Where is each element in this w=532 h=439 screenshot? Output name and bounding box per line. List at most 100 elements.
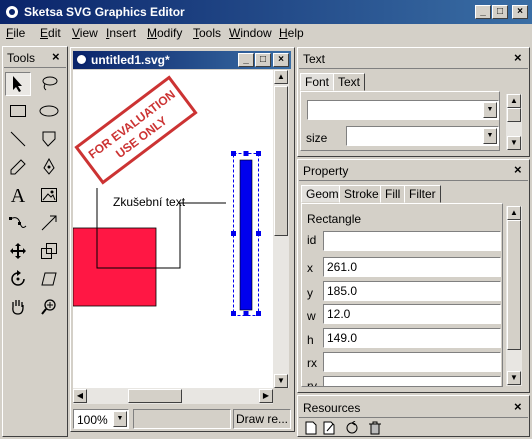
pen-tool-icon[interactable] — [36, 156, 62, 180]
text-panel-title: Text — [303, 52, 326, 66]
w-label: w — [307, 309, 316, 323]
horizontal-scroll-thumb[interactable] — [128, 389, 182, 403]
scale-icon[interactable] — [36, 240, 62, 264]
text-tool-icon[interactable]: A — [5, 184, 31, 208]
scroll-left-icon[interactable]: ◀ — [73, 389, 87, 403]
minimize-button[interactable]: _ — [475, 5, 491, 19]
zoom-select[interactable]: 100% ▼ — [73, 409, 129, 429]
close-button[interactable]: × — [512, 5, 528, 19]
scroll-up-icon[interactable]: ▲ — [274, 70, 288, 84]
ellipse-tool-icon[interactable] — [36, 100, 62, 124]
lasso-icon[interactable] — [36, 72, 62, 96]
menu-file[interactable]: File — [6, 26, 25, 40]
menu-modify[interactable]: Modify — [147, 26, 182, 40]
tab-geom[interactable]: Geom — [301, 185, 344, 203]
drawing-canvas[interactable]: FOR EVALUATION USE ONLY Zkušební text — [73, 70, 273, 388]
menu-edit[interactable]: Edit — [40, 26, 61, 40]
line-tool-icon[interactable] — [5, 128, 31, 152]
menu-tools[interactable]: Tools — [193, 26, 221, 40]
move-icon[interactable] — [5, 240, 31, 264]
new-resource-icon[interactable] — [304, 421, 318, 438]
vertical-scroll-thumb[interactable] — [274, 86, 288, 236]
transform-icon[interactable] — [36, 212, 62, 236]
pan-hand-icon[interactable] — [5, 296, 31, 320]
red-rectangle[interactable] — [73, 227, 157, 307]
image-tool-icon[interactable] — [36, 184, 62, 208]
delete-resource-icon[interactable] — [368, 421, 382, 438]
sketsa-app-icon — [4, 4, 20, 20]
refresh-resource-icon[interactable] — [345, 420, 359, 438]
menu-help[interactable]: Help — [279, 26, 304, 40]
menu-window[interactable]: Window — [229, 26, 272, 40]
evaluation-watermark: FOR EVALUATION USE ONLY — [74, 75, 198, 185]
tab-filter[interactable]: Filter — [404, 185, 441, 203]
polygon-tool-icon[interactable] — [36, 128, 62, 152]
geom-tab-body: Rectangle id x 261.0 y 185.0 w 12.0 h 14… — [301, 203, 503, 387]
tab-fill[interactable]: Fill — [380, 185, 406, 203]
font-dropdown-icon[interactable]: ▼ — [483, 102, 497, 118]
status-hint: Draw re... — [233, 409, 291, 429]
status-field — [133, 409, 231, 429]
tab-font[interactable]: Font — [300, 73, 335, 91]
rectangle-tool-icon[interactable] — [5, 100, 31, 124]
node-edit-icon[interactable] — [5, 212, 31, 236]
app-title: Sketsa SVG Graphics Editor — [24, 5, 185, 19]
menu-view[interactable]: View — [72, 26, 98, 40]
menu-insert[interactable]: Insert — [106, 26, 136, 40]
resources-divider — [299, 417, 528, 418]
skew-icon[interactable] — [36, 268, 62, 292]
property-scroll-down-icon[interactable]: ▼ — [507, 371, 521, 385]
text-panel-close-icon[interactable]: × — [514, 50, 522, 65]
text-panel-divider — [299, 68, 528, 69]
maximize-button[interactable]: □ — [492, 5, 508, 19]
doc-restore-button[interactable]: □ — [255, 53, 271, 67]
pencil-icon[interactable] — [5, 156, 31, 180]
sample-text[interactable]: Zkušební text — [113, 195, 186, 209]
tab-stroke[interactable]: Stroke — [339, 185, 384, 203]
resources-panel-close-icon[interactable]: × — [514, 399, 522, 414]
h-label: h — [307, 333, 314, 347]
document-title: untitled1.svg* — [91, 53, 170, 67]
resources-panel-title: Resources — [303, 401, 361, 415]
property-scroll-up-icon[interactable]: ▲ — [507, 206, 521, 220]
tab-text[interactable]: Text — [333, 73, 366, 91]
document-titlebar[interactable]: untitled1.svg* _ □ × — [73, 51, 291, 69]
zoom-icon[interactable] — [36, 296, 62, 320]
w-field[interactable]: 12.0 — [323, 304, 501, 324]
tools-panel-title: Tools — [7, 51, 36, 65]
id-field[interactable] — [323, 231, 501, 251]
property-panel-close-icon[interactable]: × — [514, 162, 522, 177]
doc-close-button[interactable]: × — [273, 53, 289, 67]
text-scroll-up-icon[interactable]: ▲ — [507, 94, 521, 108]
rotate-icon[interactable] — [5, 268, 31, 292]
text-scroll-down-icon[interactable]: ▼ — [507, 136, 521, 150]
rx-label: rx — [307, 356, 317, 370]
tools-panel-close-icon[interactable]: × — [52, 49, 60, 64]
shape-type-label: Rectangle — [307, 212, 362, 226]
blue-rectangle[interactable] — [239, 159, 253, 311]
property-panel-divider — [299, 180, 528, 181]
id-label: id — [307, 233, 317, 247]
property-panel-title: Property — [303, 164, 349, 178]
scroll-down-icon[interactable]: ▼ — [274, 374, 288, 388]
zoom-dropdown-icon[interactable]: ▼ — [113, 411, 127, 427]
select-arrow-icon[interactable] — [5, 72, 31, 96]
doc-minimize-button[interactable]: _ — [238, 53, 254, 67]
zoom-value: 100% — [77, 413, 108, 427]
font-family-select[interactable]: ▼ — [307, 100, 499, 120]
document-icon — [75, 53, 88, 66]
tools-divider — [4, 67, 66, 68]
ry-field[interactable] — [323, 376, 501, 386]
rx-field[interactable] — [323, 352, 501, 372]
x-field[interactable]: 261.0 — [323, 257, 501, 277]
font-size-select[interactable]: ▼ — [346, 126, 499, 146]
h-field[interactable]: 149.0 — [323, 328, 501, 348]
app-titlebar[interactable]: Sketsa SVG Graphics Editor _ □ × — [0, 0, 532, 24]
ry-label: ry — [307, 379, 317, 387]
scroll-right-icon[interactable]: ▶ — [259, 389, 273, 403]
text-scroll-thumb[interactable] — [507, 108, 521, 122]
property-scroll-thumb[interactable] — [507, 220, 521, 350]
y-field[interactable]: 185.0 — [323, 281, 501, 301]
edit-resource-icon[interactable] — [322, 421, 336, 438]
size-dropdown-icon[interactable]: ▼ — [483, 128, 497, 144]
